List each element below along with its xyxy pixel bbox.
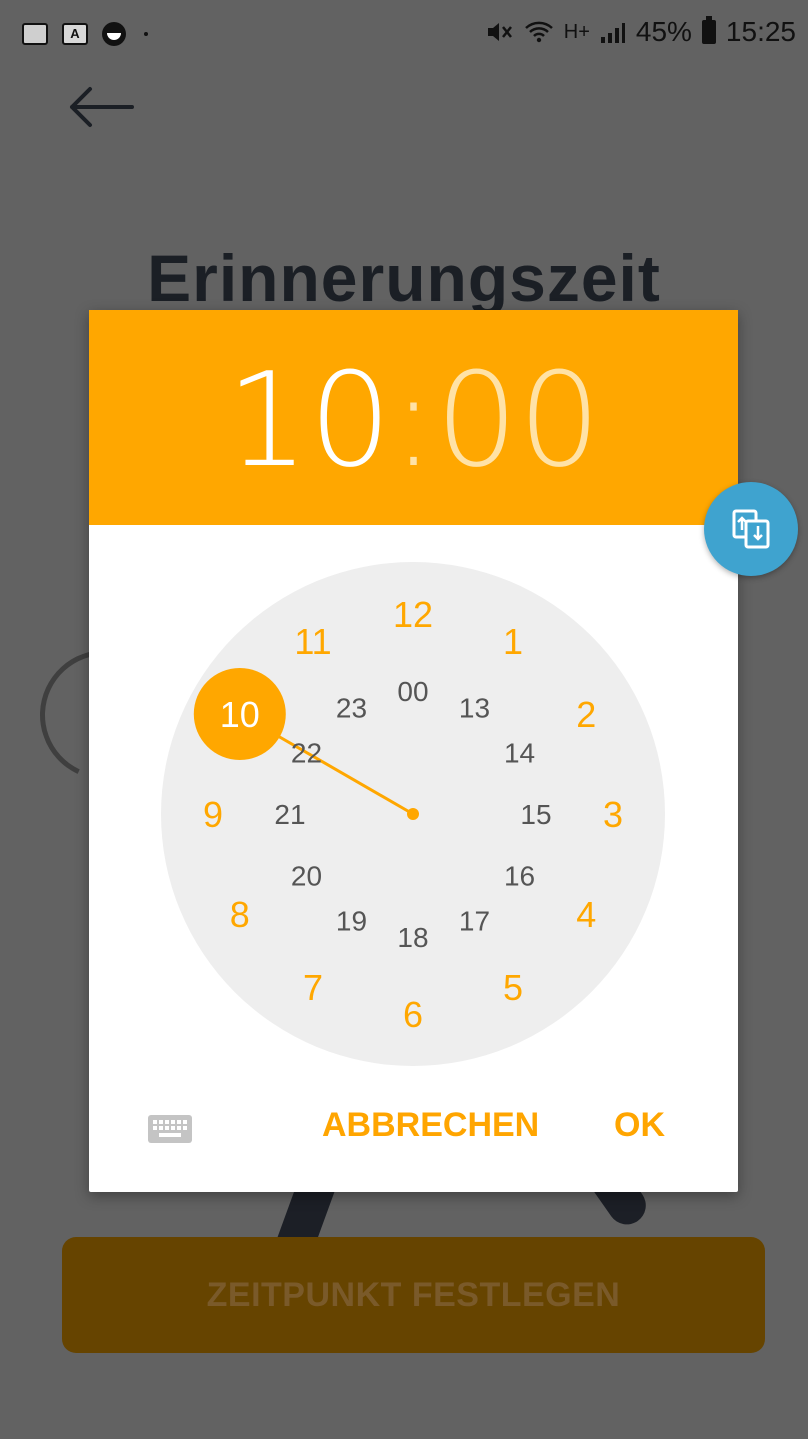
clock-hour-19[interactable]: 19 (336, 906, 367, 937)
clock-hour-5[interactable]: 5 (503, 967, 523, 1008)
signal-icon (600, 23, 625, 43)
mute-icon (487, 23, 512, 41)
clock-hour-4[interactable]: 4 (576, 894, 596, 935)
clock-hour-8[interactable]: 8 (230, 894, 250, 935)
time-picker-header: 10:00 (89, 310, 738, 525)
cancel-button[interactable]: ABBRECHEN (322, 1106, 539, 1145)
time-separator: : (391, 344, 436, 496)
clock-hour-3[interactable]: 3 (603, 794, 623, 835)
status-time: 15:25 (725, 16, 796, 47)
clock-hour-23[interactable]: 23 (336, 692, 367, 723)
clock-hour-2[interactable]: 2 (576, 694, 596, 735)
clock-hour-6[interactable]: 6 (403, 994, 423, 1035)
network-type: H+ (563, 20, 590, 43)
smiley-notification-icon (102, 22, 126, 46)
clock-hour-18[interactable]: 18 (397, 922, 428, 953)
notification-icons: A (22, 22, 148, 46)
page-title: Erinnerungszeit (147, 241, 661, 315)
battery-percent: 45% (635, 16, 692, 47)
clock-hour-20[interactable]: 20 (291, 861, 322, 892)
clock-hour-00[interactable]: 00 (397, 676, 428, 707)
more-notifications-icon (144, 32, 148, 36)
app-notification-icon: A (62, 23, 88, 45)
clock-hour-1[interactable]: 1 (503, 621, 523, 662)
clock-hour-7[interactable]: 7 (303, 967, 323, 1008)
clock-hour-14[interactable]: 14 (504, 738, 535, 769)
status-indicators: H+ 45% 15:25 (486, 16, 796, 48)
switch-mode-button[interactable] (704, 482, 798, 576)
clock-hour-9[interactable]: 9 (203, 794, 223, 835)
clock-hour-15[interactable]: 15 (520, 799, 551, 830)
battery-icon (701, 16, 716, 44)
clock-dial[interactable]: 121234567891011001314151617181920212223 (161, 562, 666, 1067)
clock-hour-17[interactable]: 17 (459, 906, 490, 937)
clock-hour-22[interactable]: 22 (291, 738, 322, 769)
set-time-button[interactable]: ZEITPUNKT FESTLEGEN (62, 1237, 765, 1353)
clock-center (407, 808, 419, 820)
clock-hour-10[interactable]: 10 (220, 694, 260, 735)
clock-hour-12[interactable]: 12 (393, 594, 433, 635)
time-display: 10:00 (89, 350, 738, 490)
clock-hour-13[interactable]: 13 (459, 692, 490, 723)
clock-hour-11[interactable]: 11 (294, 621, 331, 662)
status-bar: A H+ 45% 15:25 (0, 0, 808, 70)
clock-face[interactable]: 12 1 2 3 4 5 6 7 8 9 10 11 00 13 14 15 16 17 18 19 20 21 22 23 (161, 562, 666, 1067)
back-arrow-icon[interactable] (66, 85, 136, 129)
keyboard-icon[interactable] (147, 1114, 193, 1144)
swap-mode-icon (732, 509, 770, 549)
wifi-icon (524, 21, 553, 43)
clock-hour-21[interactable]: 21 (274, 799, 305, 830)
minute-display[interactable]: 00 (435, 344, 600, 496)
clock-hour-16[interactable]: 16 (504, 861, 535, 892)
ok-button[interactable]: OK (614, 1106, 665, 1145)
hour-display[interactable]: 10 (226, 344, 391, 496)
image-notification-icon (22, 23, 48, 45)
